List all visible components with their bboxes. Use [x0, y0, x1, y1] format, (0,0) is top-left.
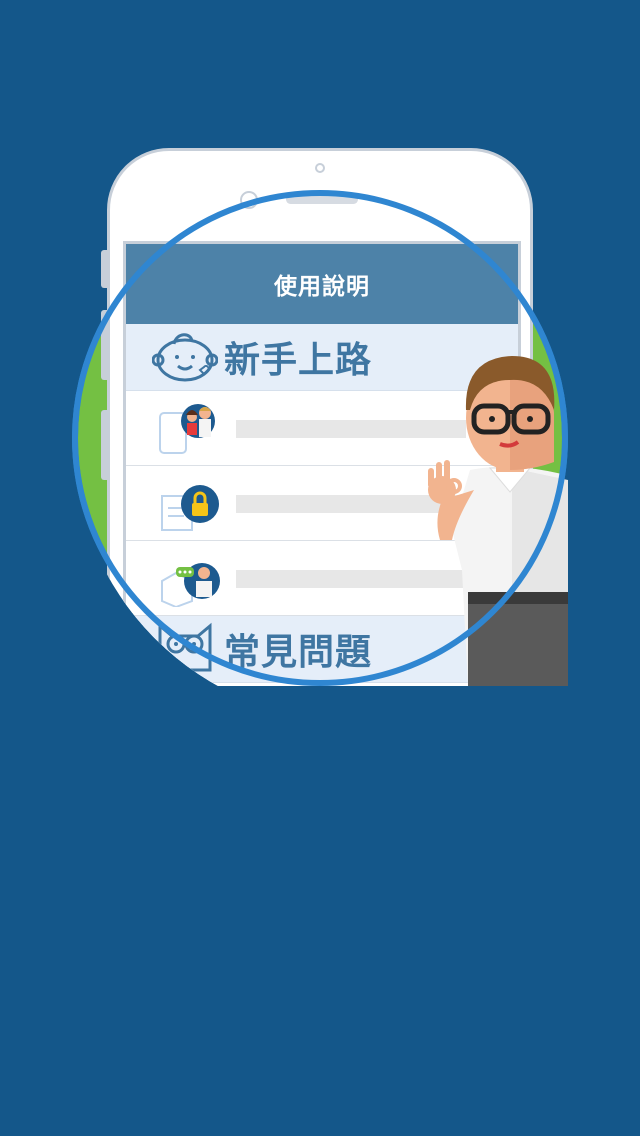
- phone-sensor: [240, 191, 258, 209]
- owl-icon: [152, 620, 218, 678]
- family-avatar-icon: [158, 401, 228, 457]
- support-agent-icon: [158, 551, 228, 607]
- page-title: 使用說明: [274, 274, 370, 300]
- section-label-getting-started: 新手上路: [224, 340, 373, 381]
- section-label-faq: 常見問題: [224, 632, 373, 673]
- phone-speaker: [286, 195, 358, 204]
- lock-icon: [158, 476, 228, 532]
- tutorial-illustration: 使用說明 新手上路 常見問題: [0, 0, 640, 1136]
- phone-camera: [315, 163, 325, 173]
- guide-character: [412, 350, 568, 686]
- baby-face-icon: [152, 330, 218, 388]
- screen-header: 使用說明: [126, 244, 518, 324]
